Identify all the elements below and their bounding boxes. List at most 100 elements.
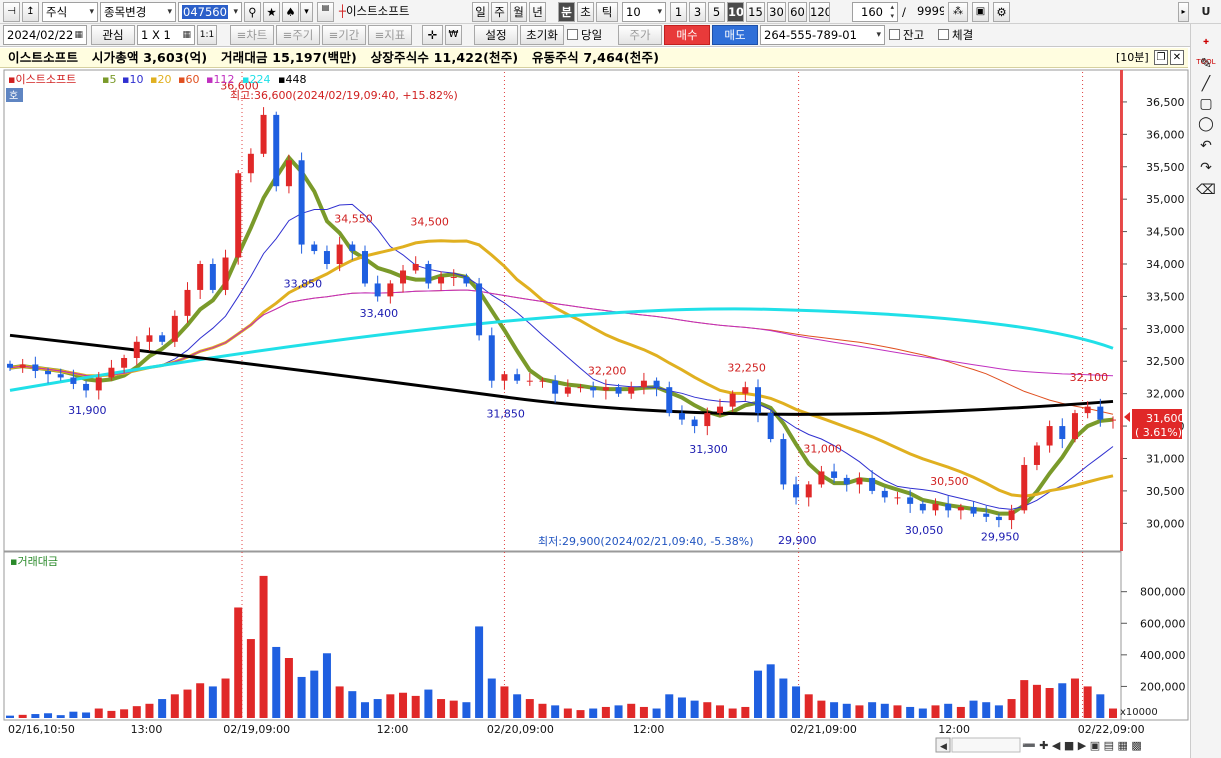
crosshair-icon[interactable]: ✛ — [422, 25, 443, 45]
candle-body — [235, 173, 242, 258]
volume-bar — [627, 703, 636, 718]
restore-icon[interactable]: ❐ — [1154, 50, 1168, 65]
u-toggle-icon[interactable]: U — [1195, 2, 1217, 22]
chart-nav-icons[interactable]: ➖ ✚ ◀ ■ ▶ ▣ ▤ ▦ ▩ — [1022, 739, 1142, 752]
redo-icon[interactable]: ↷ — [1195, 158, 1217, 178]
sell-button[interactable]: 매도 — [712, 25, 758, 45]
candle-body — [856, 477, 863, 485]
price-label: 32,250 — [727, 361, 766, 374]
zoom-slider[interactable] — [951, 737, 1021, 753]
candle-body — [1097, 406, 1104, 420]
execution-checkbox[interactable]: 체결 — [938, 25, 973, 45]
period-second-button[interactable]: 초 — [577, 2, 594, 22]
volume-bar — [982, 702, 991, 718]
volume-bar — [525, 699, 534, 718]
x-tick-label: 13:00 — [131, 723, 163, 736]
buy-button[interactable]: 매수 — [664, 25, 710, 45]
price-label: 34,500 — [410, 216, 449, 229]
volume-bar — [234, 607, 243, 718]
interval-button-120[interactable]: 120 — [809, 2, 830, 22]
account-select[interactable]: 264-555-789-01 ▾ — [760, 25, 885, 45]
arrow-up-icon[interactable]: ↥ — [22, 2, 39, 22]
circle-tool-icon[interactable]: ◯ — [1195, 114, 1217, 134]
layout-input[interactable]: 1 X 1 ▦ — [137, 25, 195, 45]
volume-bar — [931, 705, 940, 718]
calendar-icon[interactable]: ▦ — [74, 26, 83, 44]
chart-button[interactable]: ≡차트 — [230, 25, 274, 45]
chart-canvas[interactable]: 36,60034,550 34,50033,85033,40031,90032,2… — [0, 68, 1221, 758]
close-icon[interactable]: ✕ — [1170, 50, 1184, 65]
volume-bar — [145, 703, 154, 718]
eraser-icon[interactable]: ⌫ — [1195, 180, 1217, 200]
count-input[interactable]: 160 ▴ ▾ — [852, 2, 898, 22]
candle-body — [615, 387, 622, 394]
period-year-button[interactable]: 년 — [529, 2, 546, 22]
term-button[interactable]: ≡기간 — [322, 25, 366, 45]
date-input[interactable]: 2024/02/22 ▦ — [3, 25, 87, 45]
interval-button-15[interactable]: 15 — [746, 2, 765, 22]
cycle-button[interactable]: ≡주기 — [276, 25, 320, 45]
candle-body — [171, 315, 178, 342]
candle-body — [1071, 413, 1078, 440]
candle-body — [146, 335, 153, 342]
x-tick-label: 02/22,09:00 — [1078, 723, 1145, 736]
stock-code-input[interactable]: 047560 ▾ — [178, 2, 242, 22]
line-tool-icon[interactable]: ╱ — [1195, 74, 1217, 94]
star-icon[interactable]: ★ — [263, 2, 280, 22]
volume-bar — [690, 700, 699, 718]
change-stock-select[interactable]: 종목변경 ▾ — [100, 2, 176, 22]
rectangle-tool-icon[interactable]: ▢ — [1195, 94, 1217, 114]
candle-body — [945, 503, 952, 511]
balance-checkbox[interactable]: 잔고 — [889, 25, 924, 45]
candle-body — [957, 507, 964, 511]
stock-chart[interactable]: 36,600 34,550 34,500 33,850 33,400 31,900 32,2… — [0, 68, 1221, 758]
volume-bar — [56, 715, 65, 718]
volume-bar — [728, 708, 737, 718]
layout-mode-button[interactable]: 1:1 — [197, 25, 217, 45]
volume-bar — [6, 715, 14, 718]
period-day-button[interactable]: 일 — [472, 2, 489, 22]
pencil-icon[interactable]: ✎ — [1195, 54, 1217, 74]
scroll-right-icon[interactable]: ▸ — [1178, 2, 1189, 22]
period-month-button[interactable]: 월 — [510, 2, 527, 22]
spade-icon[interactable]: ♠ — [282, 2, 299, 22]
volume-bar — [284, 658, 293, 718]
x-tick-label: 02/16,10:50 — [8, 723, 75, 736]
interval-button-1[interactable]: 1 — [670, 2, 687, 22]
interval-select[interactable]: 10 ▾ — [622, 2, 666, 22]
won-icon[interactable]: ₩ — [445, 25, 462, 45]
candle-body — [602, 387, 609, 391]
settings-button[interactable]: 설정 — [474, 25, 518, 45]
volume-bar — [272, 646, 281, 718]
legend-stock: ▪이스트소프트 — [8, 73, 76, 86]
interval-button-60[interactable]: 60 — [788, 2, 807, 22]
period-tick-button[interactable]: 틱 — [596, 2, 618, 22]
index-button[interactable]: ≡지표 — [368, 25, 412, 45]
undo-icon[interactable]: ↶ — [1195, 136, 1217, 156]
gear-icon[interactable]: ⚙ — [993, 2, 1010, 22]
top-toolbar: ⊣ ↥ 주식 ▾ 종목변경 ▾ 047560 ▾ ⚲ ★ ♠ ▾ ▤ ┼이스트소프트 … — [0, 0, 1221, 24]
market-type-select[interactable]: 주식 ▾ — [42, 2, 98, 22]
dots-icon[interactable]: ⁂ — [948, 2, 968, 22]
volume-bar — [792, 686, 801, 718]
interval-button-10[interactable]: 10 — [727, 2, 744, 22]
tool-menu-icon[interactable]: ✚ TOOL — [1195, 32, 1217, 66]
volume-bar — [1058, 683, 1067, 718]
pin-icon[interactable]: ⊣ — [3, 2, 20, 22]
price-button[interactable]: 주가 — [618, 25, 662, 45]
candle-body — [70, 377, 77, 384]
reset-button[interactable]: 초기화 — [520, 25, 564, 45]
stock-list-icon[interactable]: ▤ — [317, 2, 334, 22]
period-week-button[interactable]: 주 — [491, 2, 508, 22]
today-checkbox[interactable]: 당일 — [567, 25, 602, 45]
interval-button-5[interactable]: 5 — [708, 2, 725, 22]
volume-bar — [830, 702, 839, 718]
watch-button[interactable]: 관심 — [91, 25, 135, 45]
search-icon[interactable]: ⚲ — [244, 2, 261, 22]
dropdown-arrow-icon[interactable]: ▾ — [300, 2, 313, 22]
candle-body — [831, 471, 838, 478]
interval-button-3[interactable]: 3 — [689, 2, 706, 22]
save-icon[interactable]: ▣ — [972, 2, 989, 22]
period-minute-button[interactable]: 분 — [558, 2, 575, 22]
interval-button-30[interactable]: 30 — [767, 2, 786, 22]
